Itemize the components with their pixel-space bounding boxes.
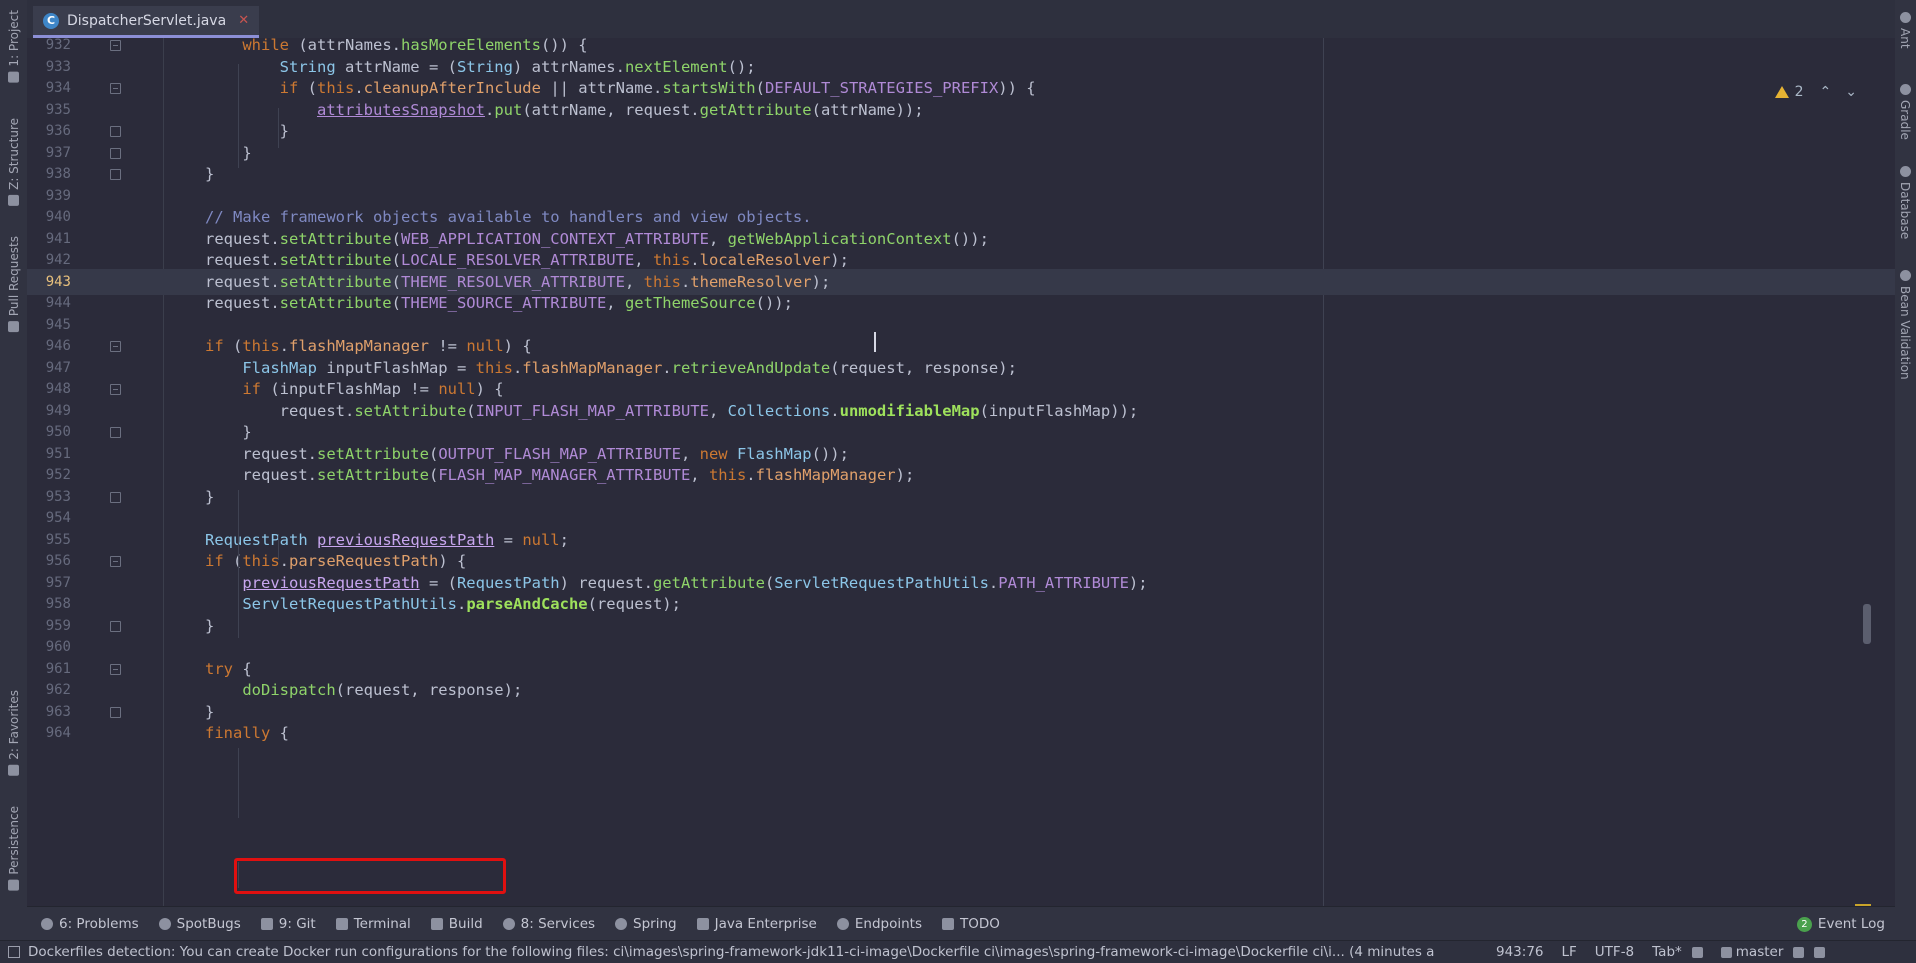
fold-marker-icon[interactable] [110,620,121,632]
fold-marker-icon[interactable] [110,491,121,503]
tool-endpoints[interactable]: Endpoints [836,916,922,932]
tool-tab-pull-requests[interactable]: Pull Requests [3,236,25,333]
tool-todo[interactable]: TODO [942,916,1000,932]
highlight-box [234,858,506,894]
inspection-widget[interactable]: 2 ⌃ ⌄ [1774,84,1857,100]
line-number[interactable]: 964 [27,720,71,746]
right-tool-strip: Ant Gradle Database Bean Validation [1894,0,1916,940]
tool-tab-gradle[interactable]: Gradle [1895,84,1915,140]
text-caret [874,332,876,352]
tool-event-log[interactable]: 2 Event Log [1796,916,1885,932]
settings-icon[interactable] [1691,946,1703,958]
git-icon [260,918,273,930]
editor-tab-bar: C DispatcherServlet.java ✕ [27,0,1895,39]
spotbugs-icon [158,918,171,930]
fold-marker-icon[interactable] [110,556,121,567]
tool-terminal[interactable]: Terminal [335,916,411,932]
indent-guide [238,64,239,168]
endpoints-icon [836,918,849,930]
gradle-icon [1899,84,1911,95]
scrollbar-thumb[interactable] [1863,604,1871,644]
build-icon [430,918,443,930]
fold-marker-icon[interactable] [110,341,121,352]
pull-request-icon [8,321,20,333]
services-icon [502,918,515,930]
problems-icon [41,918,53,930]
tab-label: DispatcherServlet.java [67,12,227,29]
file-encoding[interactable]: UTF-8 [1595,944,1634,960]
persistence-icon [8,879,20,891]
warning-icon [1774,86,1789,98]
fold-marker-icon[interactable] [110,706,121,718]
tool-spotbugs[interactable]: SpotBugs [158,916,241,932]
tool-services[interactable]: 8: Services [502,916,595,932]
tool-tab-structure[interactable]: Z: Structure [3,118,25,206]
code-line[interactable]: 964 finally { [27,720,1895,746]
code-editor[interactable]: 932 while (attrNames.hasMoreElements()) … [27,38,1895,906]
status-bar: Dockerfiles detection: You can create Do… [0,940,1916,963]
star-icon [8,764,20,776]
close-icon[interactable]: ✕ [238,13,249,28]
indent-guide [238,490,239,638]
indent-guide [238,748,239,818]
notification-icon[interactable] [1814,946,1826,958]
fold-marker-icon[interactable] [110,126,121,137]
tool-tab-persistence[interactable]: Persistence [3,806,25,891]
fold-marker-icon[interactable] [110,147,121,159]
java-class-icon: C [43,12,59,29]
java-enterprise-icon [696,918,709,930]
database-icon [1899,166,1911,177]
tab-dispatcher-servlet[interactable]: C DispatcherServlet.java ✕ [33,6,260,38]
indent-setting[interactable]: Tab* [1652,944,1682,960]
line-separator[interactable]: LF [1562,944,1577,960]
lock-icon[interactable] [1793,946,1805,958]
tool-tab-bean-validation[interactable]: Bean Validation [1895,270,1915,380]
fold-marker-icon[interactable] [110,427,121,438]
code-text: finally { [205,724,289,742]
fold-marker-icon[interactable] [110,83,121,94]
tool-java-enterprise[interactable]: Java Enterprise [696,916,817,932]
warning-count: 2 [1794,84,1804,100]
tool-window-bar: 6: Problems SpotBugs 9: Git Terminal Bui… [27,906,1895,941]
chevron-down-icon[interactable]: ⌄ [1845,84,1857,100]
branch-icon [1720,946,1732,958]
fold-marker-icon[interactable] [110,384,121,395]
todo-icon [942,918,954,930]
tool-build[interactable]: Build [430,916,483,932]
indent-guide [278,108,279,148]
fold-marker-icon[interactable] [110,169,121,180]
tool-tab-ant[interactable]: Ant [1895,12,1915,49]
folder-icon [8,71,20,83]
tool-spring[interactable]: Spring [615,916,677,932]
indent-guide [278,534,279,560]
cursor-position[interactable]: 943:76 [1496,944,1544,960]
fold-marker-icon[interactable] [110,40,121,51]
tool-tab-favorites[interactable]: 2: Favorites [3,690,25,776]
git-branch[interactable]: master [1720,944,1783,960]
terminal-icon [335,918,348,930]
bean-validation-icon [1899,270,1911,281]
tool-git[interactable]: 9: Git [260,916,316,932]
chevron-up-icon[interactable]: ⌃ [1820,84,1832,100]
tool-tab-database[interactable]: Database [1895,166,1915,239]
tool-problems[interactable]: 6: Problems [41,916,139,932]
status-message[interactable]: Dockerfiles detection: You can create Do… [8,944,1478,960]
layout-icon [8,946,20,958]
fold-marker-icon[interactable] [110,663,121,675]
tool-tab-project[interactable]: 1: Project [3,10,25,83]
ant-icon [1899,12,1911,23]
spring-icon [615,918,628,930]
left-tool-strip: 1: Project Z: Structure Pull Requests 2:… [0,0,28,940]
structure-icon [8,194,20,206]
event-count-badge: 2 [1796,916,1812,932]
